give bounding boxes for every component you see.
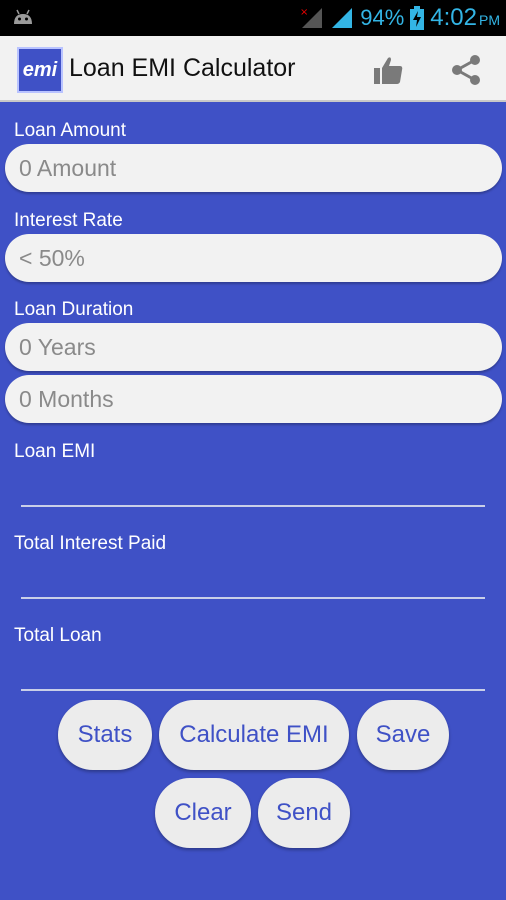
action-bar: emi Loan EMI Calculator bbox=[0, 36, 506, 102]
clock: 4:02 PM bbox=[430, 4, 500, 32]
app-logo: emi bbox=[17, 47, 63, 93]
total-loan-field[interactable] bbox=[21, 689, 485, 691]
battery-charging-icon bbox=[410, 6, 425, 30]
stats-button[interactable]: Stats bbox=[58, 700, 152, 770]
loan-months-input[interactable]: 0 Months bbox=[5, 375, 502, 423]
svg-text:×: × bbox=[300, 7, 308, 18]
total-loan-label: Total Loan bbox=[14, 625, 102, 646]
share-icon[interactable] bbox=[448, 52, 484, 88]
loan-emi-label: Loan EMI bbox=[14, 441, 96, 462]
android-notification-icon bbox=[14, 9, 32, 24]
total-interest-label: Total Interest Paid bbox=[14, 533, 167, 554]
clock-time: 4:02 bbox=[430, 4, 477, 31]
battery-percent: 94% bbox=[360, 5, 405, 30]
loan-amount-label: Loan Amount bbox=[14, 120, 126, 141]
interest-rate-input[interactable]: < 50% bbox=[5, 234, 502, 282]
calculate-emi-button[interactable]: Calculate EMI bbox=[159, 700, 349, 770]
thumbs-up-icon[interactable] bbox=[370, 52, 406, 88]
signal-strength-icon bbox=[332, 8, 353, 28]
save-button[interactable]: Save bbox=[357, 700, 449, 770]
clear-button[interactable]: Clear bbox=[155, 778, 251, 848]
app-title: Loan EMI Calculator bbox=[69, 54, 296, 82]
signal-no-data-icon: × bbox=[300, 7, 323, 28]
loan-duration-label: Loan Duration bbox=[14, 299, 134, 320]
loan-amount-input[interactable]: 0 Amount bbox=[5, 144, 502, 192]
loan-years-input[interactable]: 0 Years bbox=[5, 323, 502, 371]
status-bar: × 94% 4:02 PM bbox=[0, 0, 506, 36]
loan-emi-field[interactable] bbox=[21, 505, 485, 507]
total-interest-field[interactable] bbox=[21, 597, 485, 599]
send-button[interactable]: Send bbox=[258, 778, 350, 848]
interest-rate-label: Interest Rate bbox=[14, 210, 123, 231]
clock-ampm: PM bbox=[479, 12, 500, 28]
